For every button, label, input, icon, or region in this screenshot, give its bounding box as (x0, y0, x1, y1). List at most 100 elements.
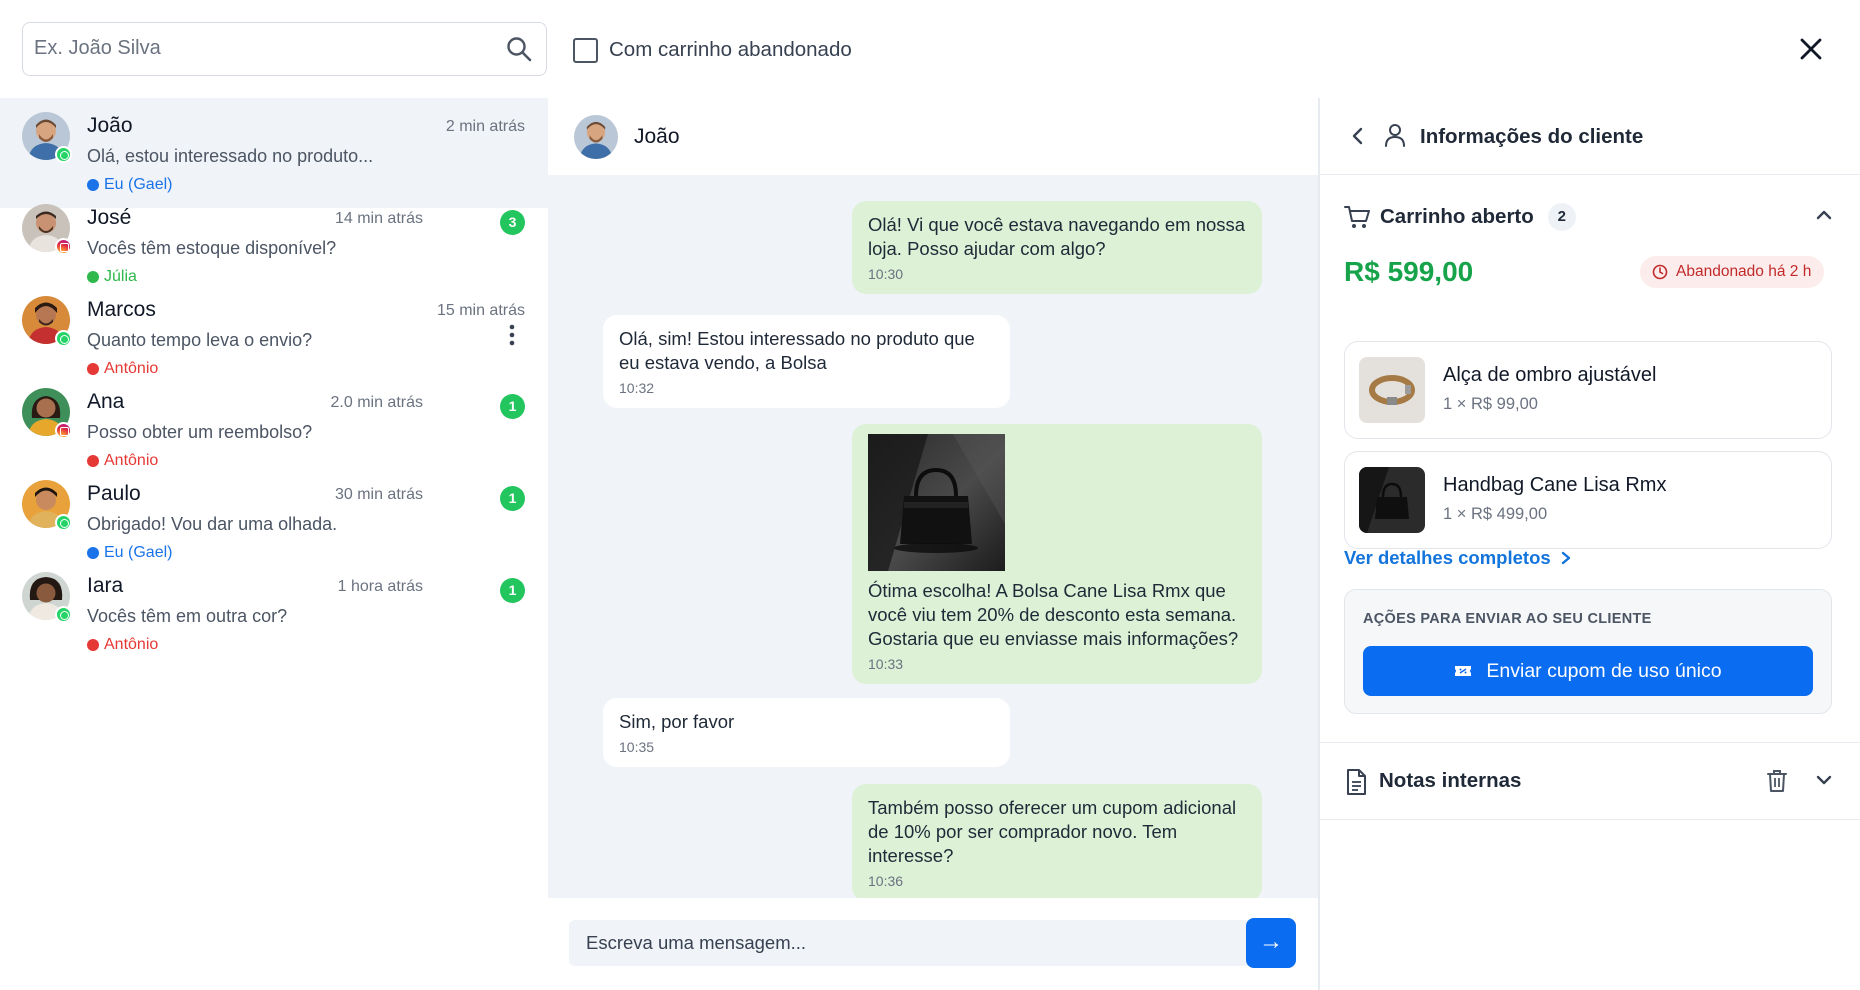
close-icon[interactable] (1797, 35, 1825, 63)
clock-icon (1652, 264, 1668, 280)
whatsapp-icon (55, 146, 72, 163)
contact-name: Marcos (87, 298, 156, 321)
product-thumbnail (1359, 467, 1425, 533)
message-time: 30 min atrás (334, 486, 423, 503)
message-bubble-outgoing: Olá! Vi que você estava navegando em nos… (852, 201, 1262, 294)
cart-total: R$ 599,00 (1344, 256, 1474, 287)
message-preview: Quanto tempo leva o envio? (87, 330, 313, 350)
contact-name: Ana (87, 390, 125, 413)
message-composer: → (548, 898, 1318, 990)
search-box[interactable] (22, 22, 547, 76)
search-input[interactable] (23, 23, 493, 74)
message-bubble-outgoing: Também posso oferecer um cupom adicional… (852, 784, 1262, 898)
send-coupon-button[interactable]: Enviar cupom de uso único (1363, 646, 1813, 696)
avatar (574, 115, 618, 159)
product-name: Handbag Cane Lisa Rmx (1443, 474, 1667, 496)
message-time: 10:36 (868, 873, 904, 889)
cart-title: Carrinho aberto (1380, 205, 1534, 228)
chevron-down-icon[interactable] (1815, 771, 1833, 789)
message-preview: Posso obter um reembolso? (87, 422, 313, 442)
instagram-icon (55, 422, 72, 439)
contact-name: Iara (87, 574, 124, 597)
cart-icon (1344, 206, 1370, 228)
product-price: 1 × R$ 499,00 (1443, 505, 1548, 523)
send-button[interactable]: → (1246, 918, 1296, 968)
trash-icon[interactable] (1766, 769, 1788, 793)
instagram-icon (55, 238, 72, 255)
chat-contact-name: João (634, 125, 680, 148)
message-time: 1 hora atrás (337, 578, 423, 595)
message-time: 10:35 (619, 739, 655, 755)
chevron-up-icon[interactable] (1815, 206, 1833, 224)
message-bubble-incoming: Sim, por favor 10:35 (603, 698, 1010, 767)
message-text: Também posso oferecer um cupom adicional… (868, 797, 1237, 866)
contact-name: Paulo (87, 482, 141, 505)
panel-header: Informações do cliente (1320, 98, 1860, 175)
document-icon (1347, 769, 1366, 795)
assigned-agent: Antônio (87, 636, 158, 654)
customer-actions-box: AÇÕES PARA ENVIAR AO SEU CLIENTE Enviar … (1344, 589, 1832, 714)
message-time: 2.0 min atrás (330, 394, 423, 411)
abandoned-cart-label: Com carrinho abandonado (609, 38, 852, 61)
contact-name: José (87, 206, 132, 229)
message-text: Olá! Vi que você estava navegando em nos… (868, 214, 1246, 259)
abandoned-cart-filter[interactable]: Com carrinho abandonado (573, 37, 852, 63)
top-bar: Com carrinho abandonado (0, 0, 1860, 98)
actions-title: AÇÕES PARA ENVIAR AO SEU CLIENTE (1363, 611, 1652, 627)
ticket-icon (1455, 666, 1472, 676)
search-icon[interactable] (506, 36, 532, 62)
whatsapp-icon (55, 330, 72, 347)
customer-info-panel: Informações do cliente Carrinho aberto 2… (1318, 98, 1860, 990)
message-text: Olá, sim! Estou interessado no produto q… (619, 328, 975, 373)
message-time: 14 min atrás (334, 210, 423, 227)
message-preview: Vocês têm estoque disponível? (87, 238, 337, 258)
message-time: 10:30 (868, 266, 904, 282)
message-preview: Olá, estou interessado no produto... (87, 146, 374, 166)
conversation-item-iara[interactable]: Iara 1 hora atrás 1 Vocês têm em outra c… (0, 558, 548, 668)
message-time: 10:33 (868, 656, 904, 672)
chevron-right-icon (1561, 551, 1570, 565)
chevron-left-icon[interactable] (1350, 126, 1366, 146)
open-cart-header[interactable]: Carrinho aberto 2 (1344, 202, 1576, 232)
open-cart-section: Carrinho aberto 2 R$ 599,00 Abandonado h… (1320, 175, 1860, 743)
handbag-photo[interactable] (868, 434, 1005, 571)
conversation-list: João 2 min atrás Olá, estou interessado … (0, 98, 548, 990)
message-time: 10:32 (619, 380, 655, 396)
whatsapp-icon (55, 514, 72, 531)
product-thumbnail (1359, 357, 1425, 423)
send-coupon-label: Enviar cupom de uso único (1486, 659, 1722, 682)
cart-item[interactable]: Handbag Cane Lisa Rmx 1 × R$ 499,00 (1344, 451, 1832, 549)
message-input[interactable] (569, 920, 1253, 966)
product-price: 1 × R$ 99,00 (1443, 395, 1538, 413)
message-text: Sim, por favor (619, 711, 735, 732)
whatsapp-icon (55, 606, 72, 623)
chat-header: João (548, 98, 1318, 175)
more-options-icon[interactable] (505, 322, 519, 348)
agent-name: Antônio (104, 636, 159, 653)
internal-notes-section[interactable]: Notas internas (1320, 743, 1860, 820)
message-preview: Vocês têm em outra cor? (87, 606, 288, 626)
product-name: Alça de ombro ajustável (1443, 364, 1657, 386)
unread-count-badge: 3 (500, 210, 525, 235)
unread-count-badge: 1 (500, 394, 525, 419)
message-time: 2 min atrás (445, 118, 525, 135)
view-full-details-link[interactable]: Ver detalhes completos (1344, 547, 1573, 569)
message-list: Olá! Vi que você estava navegando em nos… (548, 175, 1318, 898)
cart-item-count: 2 (1547, 203, 1576, 231)
contact-name: João (87, 114, 133, 137)
panel-title: Informações do cliente (1420, 125, 1644, 148)
message-bubble-incoming: Olá, sim! Estou interessado no produto q… (603, 315, 1010, 408)
view-full-details-label: Ver detalhes completos (1344, 547, 1551, 568)
message-preview: Obrigado! Vou dar uma olhada. (87, 514, 338, 534)
unread-count-badge: 1 (500, 578, 525, 603)
user-icon (1385, 124, 1405, 147)
unread-count-badge: 1 (500, 486, 525, 511)
chat-panel: João Olá! Vi que você estava navegando e… (548, 98, 1318, 990)
abandoned-cart-checkbox[interactable] (573, 37, 598, 63)
cart-item[interactable]: Alça de ombro ajustável 1 × R$ 99,00 (1344, 341, 1832, 439)
abandoned-status-label: Abandonado há 2 h (1676, 263, 1812, 280)
message-time: 15 min atrás (436, 302, 525, 319)
abandoned-status-badge: Abandonado há 2 h (1640, 256, 1825, 288)
message-bubble-outgoing: Ótima escolha! A Bolsa Cane Lisa Rmx que… (852, 424, 1262, 684)
message-text: Ótima escolha! A Bolsa Cane Lisa Rmx que… (868, 580, 1239, 649)
